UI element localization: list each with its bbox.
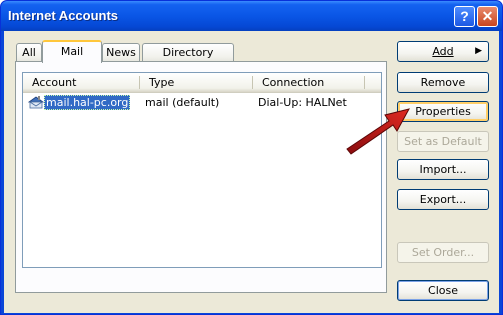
mail-tab-panel: Account Type Connection mail.hal-pc.org …: [15, 61, 387, 293]
accounts-list[interactable]: Account Type Connection mail.hal-pc.org …: [22, 72, 382, 268]
dialog-body: All Mail News Directory Service Account …: [4, 31, 499, 313]
column-header-account[interactable]: Account: [23, 73, 140, 92]
tab-all[interactable]: All: [16, 43, 42, 61]
set-order-button[interactable]: Set Order...: [397, 242, 489, 263]
red-pointer-arrow-icon: [346, 108, 410, 155]
column-header-type[interactable]: Type: [140, 73, 253, 92]
submenu-arrow-icon: ▶: [475, 46, 482, 56]
table-row[interactable]: mail.hal-pc.org mail (default) Dial-Up: …: [24, 95, 380, 110]
tab-directory-service[interactable]: Directory Service: [142, 43, 234, 76]
internet-accounts-window: Internet Accounts ? ✕ All Mail News Dire…: [0, 0, 503, 315]
title-bar[interactable]: Internet Accounts ? ✕: [1, 1, 502, 31]
add-button[interactable]: Add ▶: [397, 41, 489, 62]
account-connection-cell: Dial-Up: HALNet: [258, 96, 347, 109]
window-title: Internet Accounts: [8, 8, 119, 23]
tab-news[interactable]: News: [102, 43, 140, 61]
list-header: Account Type Connection: [23, 73, 381, 93]
account-name-cell: mail.hal-pc.org: [44, 95, 131, 110]
mail-account-icon: [27, 95, 45, 110]
help-button[interactable]: ?: [454, 6, 475, 27]
close-window-button[interactable]: ✕: [477, 6, 498, 27]
account-type-cell: mail (default): [145, 96, 220, 109]
add-button-label: Add: [432, 45, 454, 58]
tab-mail[interactable]: Mail: [42, 40, 102, 63]
export-button[interactable]: Export...: [397, 189, 489, 210]
import-button[interactable]: Import...: [397, 159, 489, 180]
close-button[interactable]: Close: [397, 280, 489, 301]
